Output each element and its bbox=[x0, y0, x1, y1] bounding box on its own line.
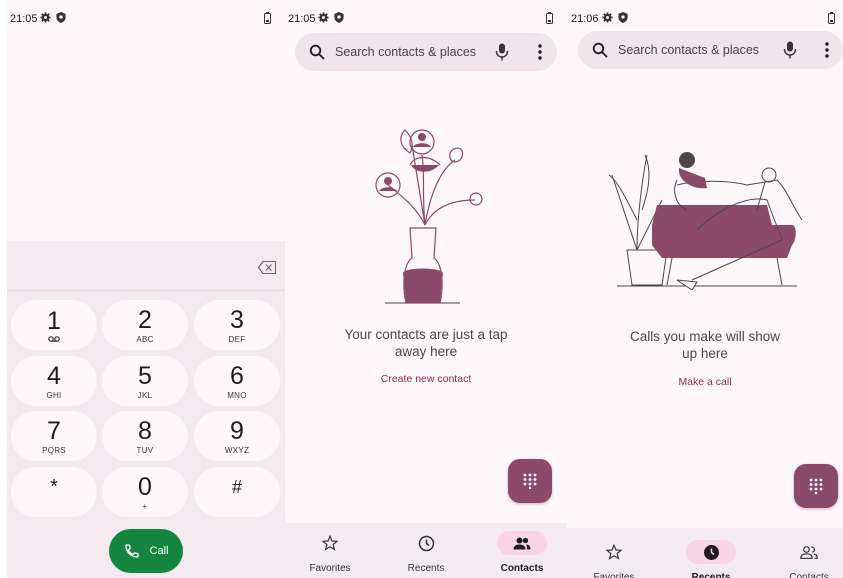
shield-icon bbox=[618, 12, 628, 23]
search-icon[interactable] bbox=[592, 42, 608, 58]
battery-icon bbox=[264, 12, 271, 24]
dialpad-key-0[interactable]: 0 + bbox=[102, 467, 188, 517]
nav-favorites[interactable]: Favorites bbox=[285, 531, 375, 574]
clock-icon bbox=[703, 544, 719, 560]
more-vert-icon[interactable] bbox=[825, 42, 829, 58]
dialpad-key-pound[interactable]: # bbox=[194, 467, 280, 517]
status-time: 21:05 bbox=[288, 13, 316, 25]
call-button-label: Call bbox=[149, 545, 169, 557]
status-bar: 21:05 bbox=[7, 0, 285, 36]
search-bar[interactable]: Search contacts & places bbox=[578, 31, 843, 69]
mic-icon[interactable] bbox=[495, 43, 509, 61]
gear-icon bbox=[40, 12, 51, 23]
shield-icon bbox=[334, 12, 344, 23]
dialpad-key-2[interactable]: 2 ABC bbox=[102, 300, 188, 350]
battery-icon bbox=[828, 12, 835, 24]
clock-icon bbox=[418, 535, 434, 551]
dialpad-icon bbox=[809, 478, 823, 494]
backspace-icon[interactable] bbox=[258, 261, 276, 274]
call-button[interactable]: Call bbox=[109, 529, 183, 573]
voicemail-icon bbox=[48, 335, 60, 342]
nav-favorites-label: Favorites bbox=[309, 563, 351, 574]
dialpad-key-star[interactable]: * bbox=[11, 467, 97, 517]
people-icon bbox=[800, 545, 818, 559]
nav-favorites-label: Favorites bbox=[593, 572, 635, 578]
dialpad-key-9[interactable]: 9 WXYZ bbox=[194, 411, 280, 461]
bottom-navigation: Favorites Recents Contacts bbox=[567, 528, 843, 578]
nav-contacts-label: Contacts bbox=[500, 563, 544, 574]
nav-contacts[interactable]: Contacts bbox=[477, 531, 567, 574]
people-icon bbox=[513, 537, 531, 549]
dialpad-fab[interactable] bbox=[508, 459, 552, 503]
more-vert-icon[interactable] bbox=[538, 44, 542, 60]
recents-screen: 21:06 Search contacts & places Calls you… bbox=[567, 0, 843, 578]
search-placeholder: Search contacts & places bbox=[618, 43, 760, 57]
gear-icon bbox=[318, 12, 329, 23]
status-time: 21:06 bbox=[571, 13, 599, 25]
dialpad-key-7[interactable]: 7 PQRS bbox=[11, 411, 97, 461]
nav-recents-label: Recents bbox=[407, 563, 445, 574]
star-icon bbox=[322, 535, 338, 551]
dialpad-key-6[interactable]: 6 MNO bbox=[194, 356, 280, 406]
status-bar: 21:05 bbox=[285, 0, 567, 36]
bottom-navigation: Favorites Recents Contacts bbox=[285, 523, 567, 578]
nav-favorites[interactable]: Favorites bbox=[569, 540, 659, 578]
phone-icon bbox=[124, 544, 139, 558]
search-bar[interactable]: Search contacts & places bbox=[295, 33, 557, 71]
dialpad-key-4[interactable]: 4 GHI bbox=[11, 356, 97, 406]
nav-recents-label: Recents bbox=[691, 572, 731, 578]
contacts-empty-illustration bbox=[375, 129, 483, 304]
dialpad: 1 2 ABC 3 DEF 4 GHI 5 JKL 6 MNO 7 PQRS 8… bbox=[7, 241, 285, 578]
dialpad-key-5[interactable]: 5 JKL bbox=[102, 356, 188, 406]
shield-icon bbox=[56, 12, 66, 23]
search-icon[interactable] bbox=[309, 44, 325, 60]
mic-icon[interactable] bbox=[783, 41, 797, 59]
dialpad-icon bbox=[523, 473, 537, 489]
recents-empty-message: Calls you make will show up here bbox=[629, 329, 781, 361]
contacts-screen: 21:05 Search contacts & places Your cont… bbox=[285, 0, 567, 578]
contacts-empty-message: Your contacts are just a tap away here bbox=[344, 327, 508, 359]
search-placeholder: Search contacts & places bbox=[335, 45, 477, 59]
make-a-call-link[interactable]: Make a call bbox=[567, 376, 843, 388]
status-time: 21:05 bbox=[10, 13, 38, 25]
dialpad-key-3[interactable]: 3 DEF bbox=[194, 300, 280, 350]
star-icon bbox=[606, 544, 622, 560]
recents-empty-illustration bbox=[608, 152, 803, 290]
dialer-screen: 21:05 1 2 ABC 3 DEF 4 GHI 5 JKL 6 MNO 7 … bbox=[7, 0, 285, 578]
create-new-contact-link[interactable]: Create new contact bbox=[285, 373, 567, 385]
battery-icon bbox=[546, 12, 553, 24]
nav-contacts-label: Contacts bbox=[789, 572, 829, 578]
dialpad-fab[interactable] bbox=[794, 464, 838, 508]
nav-contacts[interactable]: Contacts bbox=[764, 540, 843, 578]
gear-icon bbox=[602, 12, 613, 23]
nav-recents[interactable]: Recents bbox=[381, 531, 471, 574]
dialed-digits-field[interactable] bbox=[7, 241, 285, 291]
dialpad-key-8[interactable]: 8 TUV bbox=[102, 411, 188, 461]
dialpad-key-1[interactable]: 1 bbox=[11, 300, 97, 350]
nav-recents[interactable]: Recents bbox=[666, 540, 756, 578]
